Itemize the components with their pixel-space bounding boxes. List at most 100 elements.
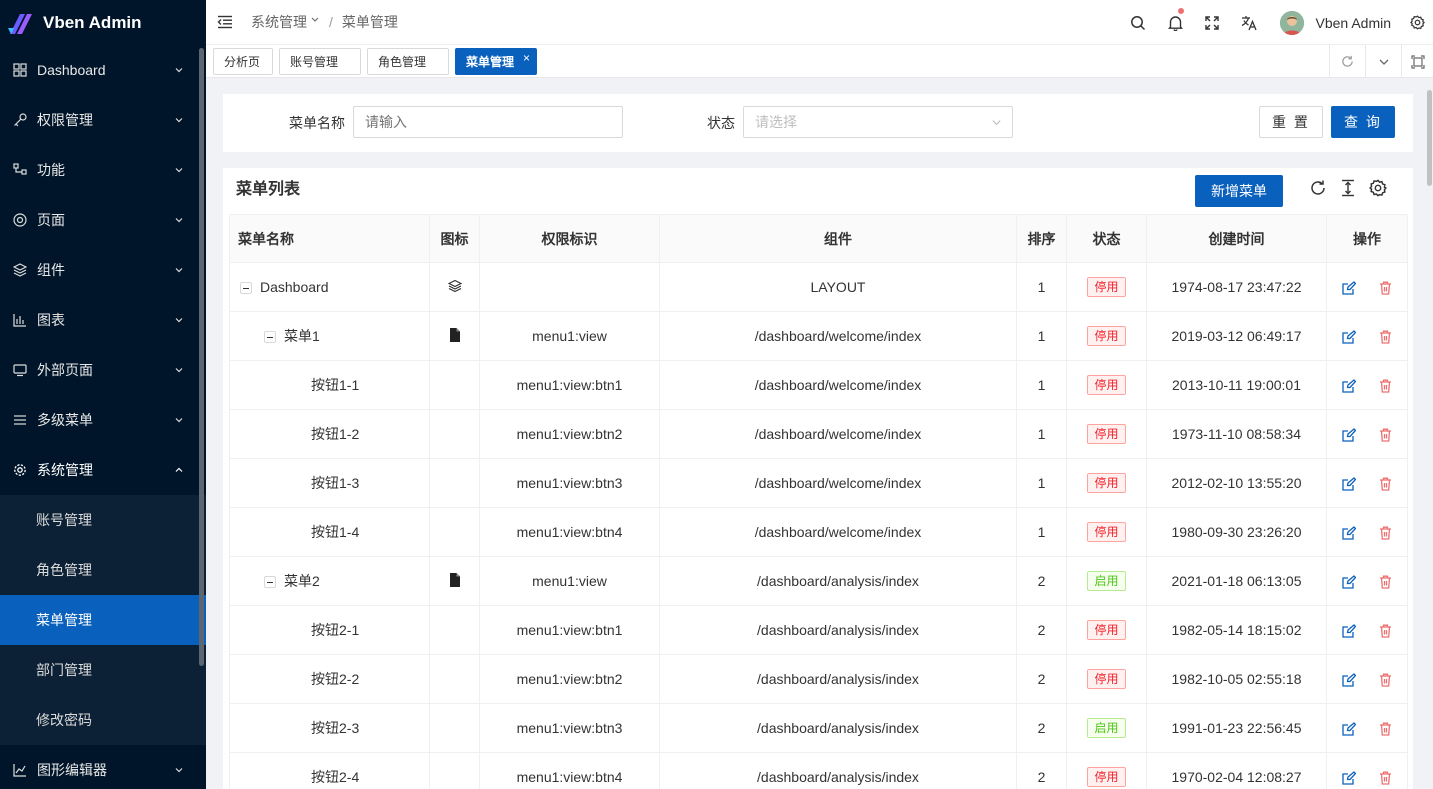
tab-role[interactable]: 角色管理 (367, 48, 449, 75)
table-row[interactable]: 按钮2-3 menu1:view:btn3/dashboard/analysis/… (229, 703, 1408, 753)
logo[interactable]: Vben Admin (0, 0, 206, 45)
delete-icon[interactable] (1378, 329, 1394, 345)
table-row[interactable]: 按钮2-1 menu1:view:btn1/dashboard/analysis/… (229, 605, 1408, 655)
delete-icon[interactable] (1378, 770, 1394, 786)
column-header[interactable]: 菜单名称 (229, 214, 430, 263)
cell-actions (1326, 409, 1408, 459)
sidebar-item-function[interactable]: 功能 (0, 145, 206, 195)
chevron-down-icon (174, 415, 184, 425)
cell-order: 2 (1016, 703, 1067, 753)
sidebar-item-system[interactable]: 系统管理 (0, 445, 206, 495)
column-header[interactable]: 图标 (429, 214, 480, 263)
status-select[interactable]: 请选择 (743, 106, 1013, 138)
settings-button[interactable] (1401, 0, 1433, 45)
edit-icon[interactable] (1341, 476, 1357, 492)
column-header[interactable]: 组件 (659, 214, 1017, 263)
sidebar-item-components[interactable]: 组件 (0, 245, 206, 295)
column-header[interactable]: 排序 (1016, 214, 1067, 263)
cell-order: 2 (1016, 605, 1067, 655)
search-button[interactable] (1120, 0, 1157, 45)
notification-button[interactable] (1157, 0, 1194, 45)
close-icon[interactable]: × (523, 52, 530, 64)
sidebar-subitem-dept[interactable]: 部门管理 (0, 645, 206, 695)
collapse-toggle-icon[interactable] (264, 576, 276, 589)
menu-name-input[interactable] (353, 106, 623, 138)
delete-icon[interactable] (1378, 476, 1394, 492)
table-row[interactable]: 按钮1-3 menu1:view:btn3/dashboard/welcome/i… (229, 458, 1408, 508)
cell-permission: menu1:view:btn4 (479, 752, 660, 789)
cell-order: 2 (1016, 654, 1067, 704)
tab-more-button[interactable] (1365, 45, 1401, 78)
collapse-toggle-icon[interactable] (240, 282, 252, 295)
language-button[interactable] (1231, 0, 1268, 45)
edit-icon[interactable] (1341, 770, 1357, 786)
collapse-toggle-icon[interactable] (264, 331, 276, 344)
user-dropdown[interactable]: Vben Admin (1268, 10, 1402, 35)
add-menu-button[interactable]: 新增菜单 (1195, 175, 1283, 207)
delete-icon[interactable] (1378, 378, 1394, 394)
table-row[interactable]: 按钮1-4 menu1:view:btn4/dashboard/welcome/i… (229, 507, 1408, 557)
status-badge: 停用 (1087, 767, 1126, 787)
edit-icon[interactable] (1341, 525, 1357, 541)
tab-menu[interactable]: 菜单管理 × (455, 48, 537, 75)
edit-icon[interactable] (1341, 378, 1357, 394)
fullscreen-button[interactable] (1194, 0, 1231, 45)
sidebar-subitem-role[interactable]: 角色管理 (0, 545, 206, 595)
sidebar-scrollbar[interactable] (199, 48, 204, 666)
tab-fullscreen-button[interactable] (1401, 45, 1433, 78)
column-header[interactable]: 权限标识 (479, 214, 660, 263)
table-row[interactable]: 菜单2 menu1:view/dashboard/analysis/index 2 启… (229, 556, 1408, 606)
delete-icon[interactable] (1378, 525, 1394, 541)
table-row[interactable]: 按钮1-1 menu1:view:btn1/dashboard/welcome/i… (229, 360, 1408, 410)
column-height-button[interactable] (1336, 176, 1360, 200)
graph-icon (12, 762, 28, 778)
chevron-down-icon (174, 765, 184, 775)
table-row[interactable]: 菜单1 menu1:view/dashboard/welcome/index 1 停用… (229, 311, 1408, 361)
table-refresh-button[interactable] (1306, 176, 1330, 200)
chevron-down-icon (174, 215, 184, 225)
collapse-menu-button[interactable] (206, 0, 244, 45)
cell-component: /dashboard/welcome/index (659, 360, 1017, 410)
delete-icon[interactable] (1378, 280, 1394, 296)
gear-icon (1409, 15, 1425, 30)
sidebar-subitem-account[interactable]: 账号管理 (0, 495, 206, 545)
delete-icon[interactable] (1378, 427, 1394, 443)
sidebar-subitem-password[interactable]: 修改密码 (0, 695, 206, 745)
edit-icon[interactable] (1341, 574, 1357, 590)
delete-icon[interactable] (1378, 672, 1394, 688)
sidebar-item-permission[interactable]: 权限管理 (0, 95, 206, 145)
tab-analysis[interactable]: 分析页 (213, 48, 273, 75)
reset-button[interactable]: 重 置 (1259, 106, 1323, 138)
column-height-icon (1342, 179, 1354, 197)
sidebar-item-graph-editor[interactable]: 图形编辑器 (0, 745, 206, 789)
column-header[interactable]: 创建时间 (1146, 214, 1327, 263)
sidebar-item-dashboard[interactable]: Dashboard (0, 45, 206, 95)
tab-refresh-button[interactable] (1329, 45, 1365, 78)
sidebar-subitem-menu[interactable]: 菜单管理 (0, 595, 206, 645)
column-header[interactable]: 操作 (1326, 214, 1408, 263)
main-scrollbar[interactable] (1427, 90, 1432, 186)
edit-icon[interactable] (1341, 672, 1357, 688)
breadcrumb-item[interactable]: 系统管理 (251, 12, 307, 32)
table-row[interactable]: Dashboard LAYOUT 1 停用 1974-08-17 23:47:22 (229, 262, 1408, 312)
chevron-down-icon[interactable] (310, 15, 320, 25)
sidebar-item-charts[interactable]: 图表 (0, 295, 206, 345)
edit-icon[interactable] (1341, 427, 1357, 443)
column-settings-button[interactable] (1366, 176, 1390, 200)
sidebar-item-external[interactable]: 外部页面 (0, 345, 206, 395)
delete-icon[interactable] (1378, 721, 1394, 737)
table-row[interactable]: 按钮1-2 menu1:view:btn2/dashboard/welcome/i… (229, 409, 1408, 459)
delete-icon[interactable] (1378, 623, 1394, 639)
edit-icon[interactable] (1341, 329, 1357, 345)
tab-account[interactable]: 账号管理 (279, 48, 361, 75)
sidebar-item-page[interactable]: 页面 (0, 195, 206, 245)
edit-icon[interactable] (1341, 721, 1357, 737)
table-row[interactable]: 按钮2-4 menu1:view:btn4/dashboard/analysis/… (229, 752, 1408, 789)
edit-icon[interactable] (1341, 623, 1357, 639)
delete-icon[interactable] (1378, 574, 1394, 590)
edit-icon[interactable] (1341, 280, 1357, 296)
column-header[interactable]: 状态 (1066, 214, 1147, 263)
table-row[interactable]: 按钮2-2 menu1:view:btn2/dashboard/analysis/… (229, 654, 1408, 704)
query-button[interactable]: 查 询 (1331, 106, 1395, 138)
sidebar-item-multilevel[interactable]: 多级菜单 (0, 395, 206, 445)
